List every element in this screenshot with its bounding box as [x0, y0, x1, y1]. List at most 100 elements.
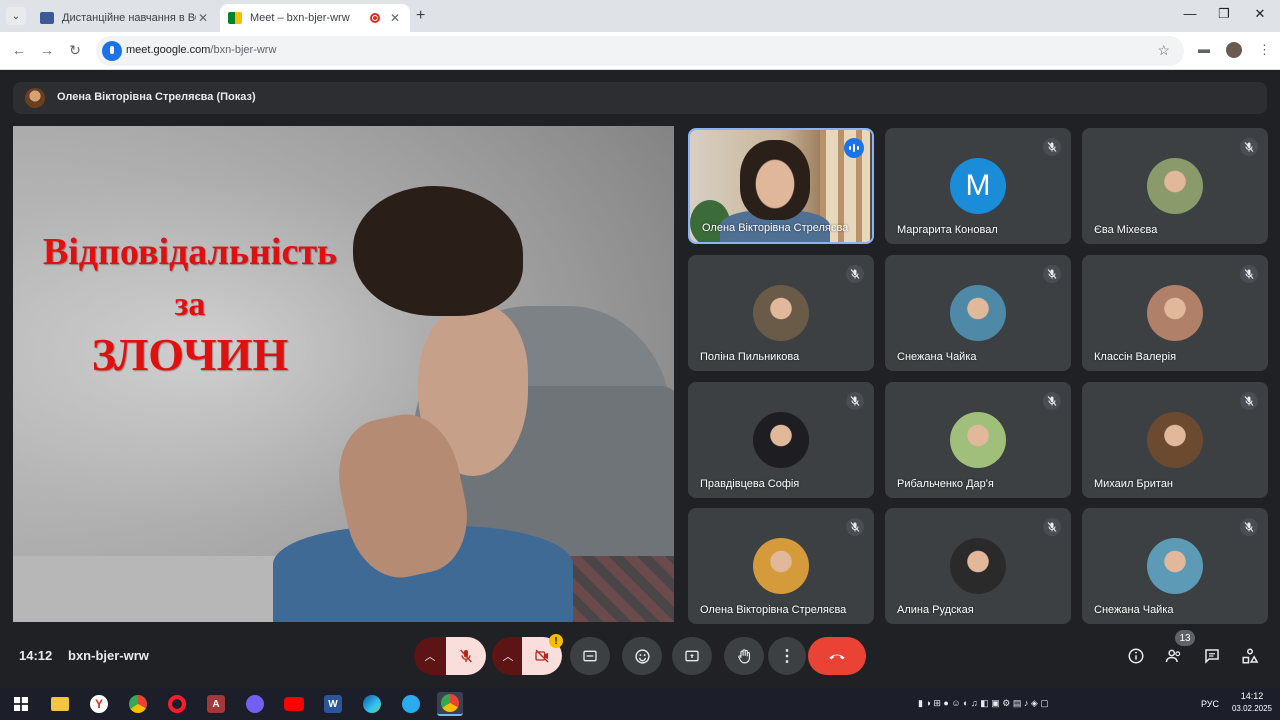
meeting-info-button[interactable] — [1125, 645, 1147, 667]
participant-avatar: M — [950, 158, 1006, 214]
yandex-browser-icon[interactable]: Y — [86, 692, 112, 716]
hand-icon — [737, 648, 750, 663]
participant-tile[interactable]: Рибальченко Дар'я — [885, 382, 1071, 498]
browser-tabstrip: ⌄ Дистанційне навчання в ВСП ✕ Meet – bx… — [0, 0, 1280, 32]
participant-tile[interactable]: Михаил Британ — [1082, 382, 1268, 498]
mic-off-icon — [850, 522, 860, 532]
word-icon[interactable]: W — [320, 692, 346, 716]
chrome-icon[interactable] — [125, 692, 151, 716]
participant-name: Поліна Пильникова — [700, 351, 800, 363]
opera-icon[interactable] — [164, 692, 190, 716]
start-button[interactable] — [8, 692, 34, 716]
participant-name: Олена Вікторівна Стреляєва — [700, 604, 847, 616]
speaking-indicator-icon — [844, 138, 864, 158]
mic-off-icon — [1244, 396, 1254, 406]
mic-off-icon — [1244, 142, 1254, 152]
participant-name: Алина Рудская — [897, 604, 974, 616]
media-control-icon[interactable]: ▬ — [1198, 42, 1210, 56]
captions-button[interactable] — [570, 637, 610, 675]
more-vert-icon: ⋮ — [779, 648, 795, 665]
slide-title-line1: Відповідальність — [42, 231, 338, 273]
participant-name: Рибальченко Дар'я — [897, 478, 994, 490]
new-tab-button[interactable]: + — [416, 7, 425, 25]
presenter-label: Олена Вікторівна Стреляєва (Показ) — [57, 91, 256, 103]
participant-avatar — [950, 285, 1006, 341]
people-icon — [1165, 649, 1181, 663]
participant-tile[interactable]: Алина Рудская — [885, 508, 1071, 624]
file-explorer-icon[interactable] — [47, 692, 73, 716]
back-icon[interactable]: ← — [10, 42, 28, 58]
present-button[interactable] — [672, 637, 712, 675]
muted-indicator — [1240, 265, 1258, 283]
windows-taskbar: Y A W ▮ ◑ ⊞ ● ☺ ◐ ♫ ◧ ▣ ⚙ ▤ ♪ ◈ ▢ — [0, 688, 1280, 720]
tray-icons[interactable]: ▮ ◑ ⊞ ● ☺ ◐ ♫ ◧ ▣ ⚙ ▤ ♪ ◈ ▢ — [918, 698, 1049, 709]
bookmark-star-icon[interactable]: ☆ — [1157, 42, 1170, 59]
participant-avatar — [1147, 538, 1203, 594]
edge-icon[interactable] — [359, 692, 385, 716]
meet-favicon-icon — [228, 12, 242, 24]
presenter-avatar — [25, 88, 45, 108]
minimize-icon[interactable]: — — [1180, 6, 1200, 21]
recording-icon — [370, 13, 380, 23]
present-screen-icon — [685, 650, 699, 662]
forward-icon[interactable]: → — [38, 42, 56, 58]
participant-tile[interactable]: Правдівцева Софія — [688, 382, 874, 498]
taskbar-clock[interactable]: 14:12 — [1237, 691, 1267, 701]
leave-call-button[interactable] — [808, 637, 866, 675]
address-bar[interactable]: meet.google.com/bxn-bjer-wrw ☆ — [96, 36, 1184, 66]
muted-indicator — [1043, 138, 1061, 156]
reload-icon[interactable]: ↻ — [66, 42, 84, 59]
site-info-icon[interactable] — [102, 41, 122, 61]
youtube-icon[interactable] — [281, 692, 307, 716]
participant-tile[interactable]: M Маргарита Коновал — [885, 128, 1071, 244]
taskbar-date[interactable]: 03.02.2025 — [1230, 704, 1274, 713]
mic-off-icon — [850, 269, 860, 279]
close-icon[interactable]: ✕ — [388, 11, 402, 25]
audio-options-button[interactable]: ︿ — [414, 637, 446, 675]
warning-badge-icon: ! — [549, 634, 563, 648]
participant-tile[interactable]: Олена Вікторівна Стреляєва — [688, 128, 874, 244]
classroom-favicon-icon — [40, 12, 54, 24]
close-icon[interactable]: ✕ — [196, 11, 210, 25]
muted-indicator — [1043, 265, 1061, 283]
tab-meet[interactable]: Meet – bxn-bjer-wrw ✕ — [220, 4, 410, 32]
participant-avatar — [753, 285, 809, 341]
captions-icon — [583, 650, 597, 662]
keyboard-language[interactable]: РУС — [1201, 699, 1219, 709]
avatar-letter: M — [965, 169, 991, 202]
reactions-button[interactable] — [622, 637, 662, 675]
chat-button[interactable] — [1201, 645, 1223, 667]
raise-hand-button[interactable] — [724, 637, 764, 675]
more-options-button[interactable]: ⋮ — [768, 637, 806, 675]
people-button[interactable] — [1163, 645, 1185, 667]
maximize-icon[interactable]: ❐ — [1214, 6, 1234, 22]
participant-tile[interactable]: Єва Міхеєва — [1082, 128, 1268, 244]
participant-tile[interactable]: Снежана Чайка — [885, 255, 1071, 371]
muted-indicator — [1240, 518, 1258, 536]
participant-name: Олена Вікторівна Стреляєва — [702, 222, 849, 234]
participant-tile[interactable]: Снежана Чайка — [1082, 508, 1268, 624]
meeting-code: bxn-bjer-wrw — [68, 648, 149, 663]
tab-distance-learning[interactable]: Дистанційне навчання в ВСП ✕ — [32, 4, 218, 32]
telegram-icon[interactable] — [398, 692, 424, 716]
tab-search-button[interactable]: ⌄ — [6, 7, 26, 25]
participant-tile[interactable]: Олена Вікторівна Стреляєва — [688, 508, 874, 624]
participant-name: Классін Валерія — [1094, 351, 1177, 363]
activities-button[interactable] — [1239, 645, 1261, 667]
access-app-icon[interactable]: A — [203, 692, 229, 716]
video-options-button[interactable]: ︿ — [492, 637, 524, 675]
browser-menu-icon[interactable]: ⋮ — [1258, 42, 1271, 58]
viber-icon[interactable] — [242, 692, 268, 716]
mic-toggle-button[interactable] — [446, 637, 486, 675]
slide-title-line2: за — [174, 286, 206, 323]
participant-name: Михаил Британ — [1094, 478, 1174, 490]
muted-indicator — [846, 265, 864, 283]
participant-tile[interactable]: Поліна Пильникова — [688, 255, 874, 371]
mic-off-icon — [1047, 522, 1057, 532]
window-close-icon[interactable]: ✕ — [1250, 6, 1270, 22]
participant-avatar — [753, 412, 809, 468]
participant-avatar — [950, 538, 1006, 594]
profile-avatar[interactable] — [1226, 42, 1242, 58]
participant-tile[interactable]: Классін Валерія — [1082, 255, 1268, 371]
chrome-active-icon[interactable] — [437, 692, 463, 716]
